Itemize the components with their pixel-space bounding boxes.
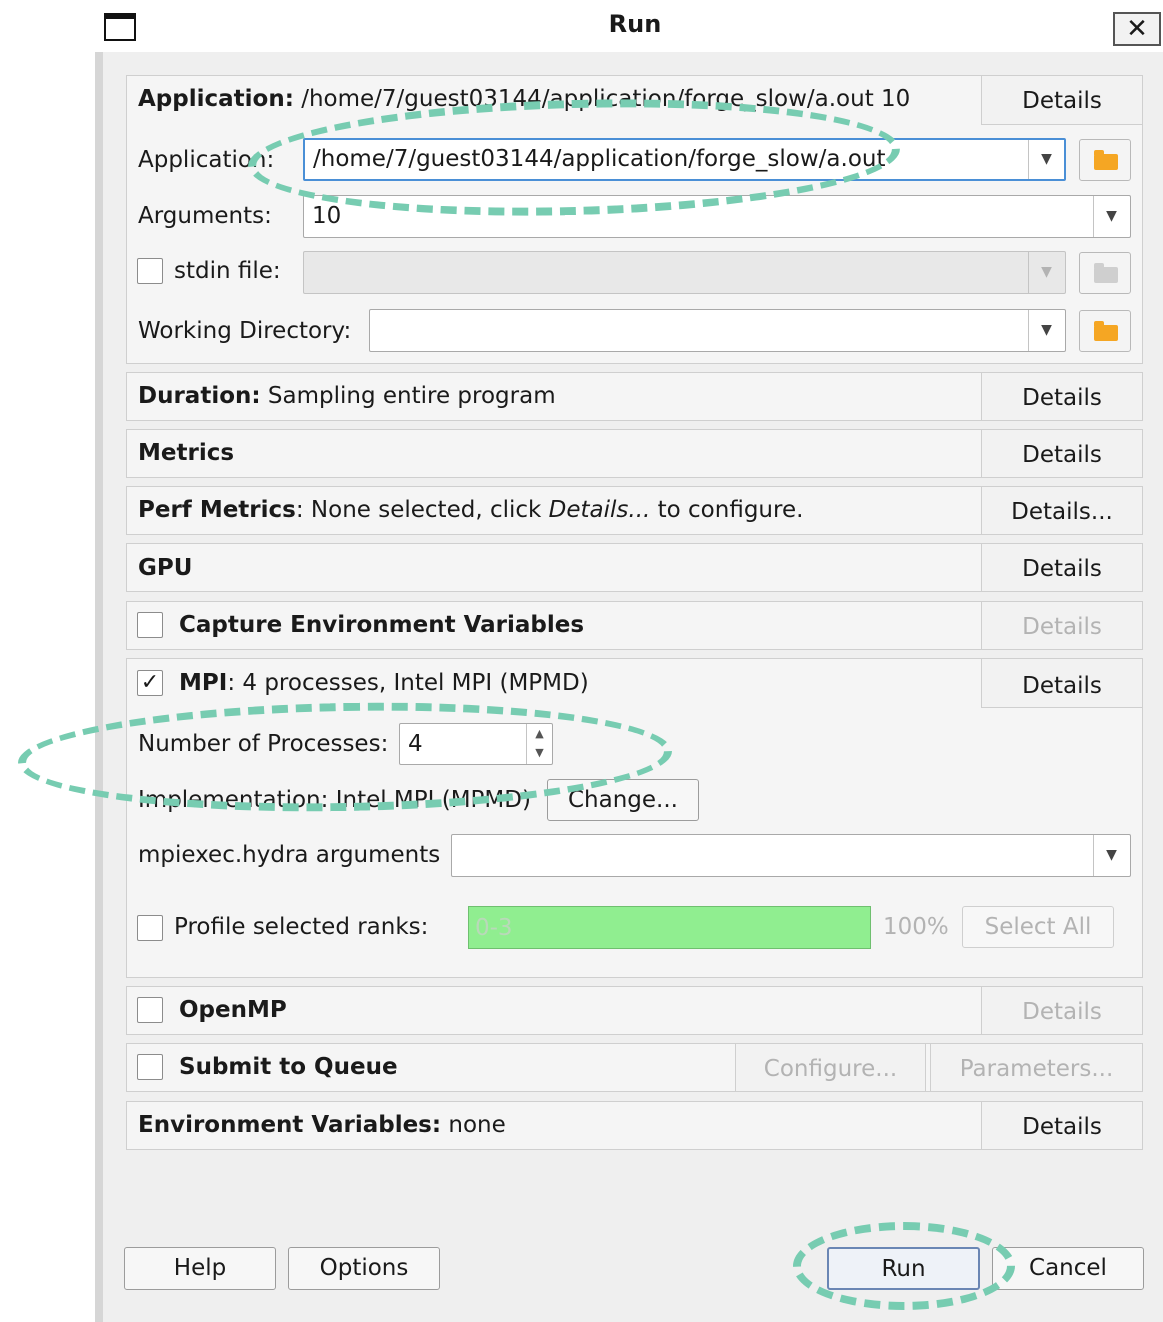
application-header: Application: /home/7/guest03144/applicat… [138, 86, 910, 112]
spin-arrows-icon[interactable]: ▲ ▼ [526, 724, 552, 764]
application-input[interactable]: /home/7/guest03144/application/forge_slo… [303, 138, 1066, 181]
dialog-left-edge [95, 52, 103, 1322]
duration-details-button[interactable]: Details [981, 372, 1143, 421]
queue-parameters-button: Parameters... [930, 1043, 1143, 1092]
queue-configure-button: Configure... [735, 1043, 926, 1092]
working-directory-label: Working Directory: [138, 318, 352, 344]
env-vars-header: Environment Variables: none [138, 1112, 506, 1138]
capture-env-label: Capture Environment Variables [179, 612, 585, 638]
hydra-arguments-input[interactable] [451, 834, 1131, 877]
select-all-button: Select All [962, 906, 1114, 948]
hydra-arguments-label: mpiexec.hydra arguments [138, 842, 441, 868]
ranks-percent: 100% [883, 914, 949, 940]
close-button[interactable]: ✕ [1113, 12, 1161, 46]
working-directory-input[interactable] [369, 309, 1066, 352]
arguments-input[interactable]: 10 [303, 195, 1131, 238]
arguments-input-value: 10 [312, 203, 342, 229]
window-title: Run [608, 10, 662, 38]
profile-ranks-checkbox[interactable] [137, 915, 163, 941]
duration-header: Duration: Sampling entire program [138, 383, 556, 409]
hydra-dropdown-arrow-icon[interactable]: ▼ [1093, 835, 1129, 876]
application-details-button[interactable]: Details [981, 75, 1143, 125]
options-button[interactable]: Options [288, 1247, 440, 1290]
gpu-header: GPU [138, 555, 193, 581]
profile-ranks-label: Profile selected ranks: [174, 914, 429, 940]
close-icon: ✕ [1126, 14, 1148, 44]
gpu-details-button[interactable]: Details [981, 543, 1143, 592]
mpi-details-button[interactable]: Details [981, 658, 1143, 708]
application-dropdown-arrow-icon[interactable]: ▼ [1028, 140, 1064, 179]
arguments-dropdown-arrow-icon[interactable]: ▼ [1093, 196, 1129, 237]
perf-metrics-header: Perf Metrics: None selected, click Detai… [138, 497, 804, 523]
stdin-dropdown-arrow-icon: ▼ [1028, 252, 1064, 293]
change-implementation-button[interactable]: Change... [547, 779, 699, 821]
working-directory-dropdown-arrow-icon[interactable]: ▼ [1028, 310, 1064, 351]
queue-checkbox[interactable] [137, 1054, 163, 1080]
application-input-value: /home/7/guest03144/application/forge_slo… [313, 146, 886, 172]
metrics-header: Metrics [138, 440, 235, 466]
number-of-processes-label: Number of Processes: [138, 731, 389, 757]
env-vars-details-button[interactable]: Details [981, 1101, 1143, 1150]
stdin-label: stdin file: [174, 258, 281, 284]
metrics-details-button[interactable]: Details [981, 429, 1143, 478]
working-directory-browse-button[interactable] [1079, 310, 1131, 352]
arguments-label: Arguments: [138, 203, 272, 229]
capture-env-checkbox[interactable] [137, 612, 163, 638]
capture-env-details-button: Details [981, 601, 1143, 650]
cancel-button[interactable]: Cancel [992, 1247, 1144, 1290]
openmp-label: OpenMP [179, 997, 287, 1023]
stdin-input [303, 251, 1066, 294]
help-button[interactable]: Help [124, 1247, 276, 1290]
window-icon [104, 13, 136, 41]
run-button[interactable]: Run [827, 1247, 980, 1290]
application-browse-button[interactable] [1079, 139, 1131, 181]
folder-icon [1094, 263, 1118, 283]
stdin-checkbox[interactable] [137, 258, 163, 284]
application-header-label: Application: [138, 86, 294, 112]
implementation-text: Implementation: Intel MPI (MPMD) [138, 787, 531, 813]
stdin-browse-button [1079, 252, 1131, 294]
checkmark-icon: ✓ [140, 670, 160, 695]
openmp-checkbox[interactable] [137, 997, 163, 1023]
mpi-header: MPI: 4 processes, Intel MPI (MPMD) [179, 670, 589, 696]
perf-metrics-details-button[interactable]: Details... [981, 486, 1143, 535]
ranks-field: 0-3 [468, 906, 871, 949]
folder-icon [1094, 321, 1118, 341]
queue-label: Submit to Queue [179, 1054, 398, 1080]
application-header-value: /home/7/guest03144/application/forge_slo… [301, 86, 911, 112]
application-label: Application: [138, 147, 275, 173]
openmp-details-button: Details [981, 986, 1143, 1035]
folder-icon [1094, 150, 1118, 170]
mpi-checkbox[interactable]: ✓ [137, 670, 163, 696]
